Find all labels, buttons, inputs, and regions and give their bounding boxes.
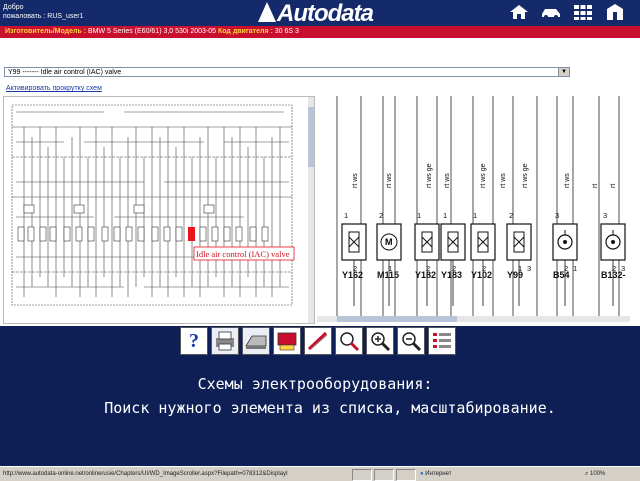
component-select[interactable]: Y99 ------- Idle air control (IAC) valve…	[4, 67, 570, 77]
dropdown-arrow-icon[interactable]: ▼	[558, 68, 569, 76]
zoom-label: 100%	[590, 471, 606, 477]
zoom-fit-icon	[340, 332, 360, 352]
diagram-overview-pane[interactable]: Idle air control (IAC) valve	[3, 96, 315, 324]
status-segment	[352, 469, 372, 481]
logo-text: Autodata	[277, 0, 374, 27]
component-select-value: Y99 ------- Idle air control (IAC) valve	[8, 69, 122, 76]
pin-number: 1	[473, 211, 477, 220]
status-segment	[396, 469, 416, 481]
engine-label: Код двигателя :	[217, 28, 273, 35]
zoom-level[interactable]: ⌕ 100%	[585, 467, 605, 481]
diagram-toolbar: ?	[180, 327, 456, 355]
wire-label: rt ws ge	[522, 163, 529, 188]
zoom-fit-button[interactable]	[335, 327, 363, 355]
scrollbar-thumb[interactable]	[308, 107, 314, 167]
sensor-dot	[563, 240, 567, 244]
home-icon[interactable]	[508, 3, 530, 21]
pin-number: 1	[573, 264, 577, 273]
welcome-text: Добро пожаловать : RUS_user1	[3, 3, 84, 21]
list-icon	[433, 333, 451, 348]
autodata-logo[interactable]: Autodata	[258, 0, 374, 27]
wire-label: rt ws	[386, 173, 393, 188]
model-label: Изготовитель/Модель :	[5, 28, 87, 35]
motor-label: M	[385, 237, 393, 247]
zoom-in-button[interactable]	[366, 327, 394, 355]
top-header: Добро пожаловать : RUS_user1 Autodata	[0, 0, 640, 27]
status-url: http://www.autodata-online.net/onlinerus…	[3, 471, 288, 477]
highlighted-component-marker	[188, 227, 195, 241]
caption-title: Схемы электрооборудования:	[197, 375, 433, 393]
pin-number: 3	[603, 211, 607, 220]
pin-number: 2	[379, 211, 383, 220]
wire-label: rt ws	[500, 173, 507, 188]
globe-icon: ●	[420, 471, 424, 477]
zoom-out-button[interactable]	[397, 327, 425, 355]
sensor-dot	[611, 240, 615, 244]
diagram-detail-pane[interactable]: rt ws rt ws rt ws ge rt ws rt ws ge rt ws rt w…	[317, 96, 630, 322]
component-list-button[interactable]	[428, 327, 456, 355]
car-icon[interactable]	[540, 3, 562, 21]
wire-label: rt ws ge	[480, 163, 487, 188]
help-icon: ?	[189, 329, 199, 352]
welcome-line-1: Добро	[3, 4, 24, 11]
wire-label: rt ws ge	[426, 163, 433, 188]
activate-scroll-link[interactable]: Активировать прокрутку схем	[6, 85, 102, 92]
engine-value: 30 6S 3	[274, 28, 299, 35]
zoom-in-icon	[371, 332, 391, 352]
wire-label: rt	[610, 184, 617, 188]
detail-wiring-diagram: rt ws rt ws rt ws ge rt ws rt ws ge rt ws rt w…	[336, 96, 626, 316]
logo-slash-icon	[258, 2, 276, 22]
pin-number: 3	[527, 264, 531, 273]
print-icon	[216, 331, 234, 351]
wiring-icon	[307, 331, 328, 351]
zone-label: Интернет	[425, 471, 452, 477]
building-icon[interactable]	[604, 3, 626, 21]
wire-label: rt	[592, 184, 599, 188]
vehicle-info-bar: Изготовитель/Модель : BMW 5 Series (E60/…	[0, 26, 640, 38]
overview-wiring-diagram: Idle air control (IAC) valve	[11, 104, 295, 306]
welcome-line-2: пожаловать : RUS_user1	[3, 13, 84, 20]
pin-number: 1	[344, 211, 348, 220]
model-value: BMW 5 Series (E60/61) 3,0 530i 2003-05	[88, 28, 217, 35]
pin-number: 1	[417, 211, 421, 220]
scrollbar-thumb[interactable]	[337, 316, 457, 322]
pin-number: 2	[509, 211, 513, 220]
status-segment	[374, 469, 394, 481]
pin-number: 1	[443, 211, 447, 220]
security-zone: ● Интернет	[420, 467, 451, 481]
pin-number: 3	[621, 264, 625, 273]
caption-description: Поиск нужного элемента из списка, масшта…	[104, 399, 556, 417]
wire-label: rt ws	[444, 173, 451, 188]
component-location-button[interactable]	[273, 327, 301, 355]
scanner-icon	[245, 335, 267, 349]
grid-icon[interactable]	[572, 3, 594, 21]
component-location-icon	[277, 332, 297, 351]
scanner-button[interactable]	[242, 327, 270, 355]
overview-vertical-scrollbar[interactable]	[308, 97, 314, 323]
wiring-button[interactable]	[304, 327, 332, 355]
highlight-label: Idle air control (IAC) valve	[196, 249, 290, 259]
help-button[interactable]: ?	[180, 327, 208, 355]
pin-number: 3	[555, 211, 559, 220]
wire-label: rt ws	[564, 173, 571, 188]
detail-horizontal-scrollbar[interactable]	[317, 316, 630, 322]
print-button[interactable]	[211, 327, 239, 355]
browser-status-bar: http://www.autodata-online.net/onlinerus…	[0, 466, 640, 481]
zoom-out-icon	[402, 332, 422, 352]
wire-label: rt ws	[352, 173, 359, 188]
zoom-magnifier-icon: ⌕	[585, 471, 589, 477]
nav-icons	[508, 3, 626, 21]
